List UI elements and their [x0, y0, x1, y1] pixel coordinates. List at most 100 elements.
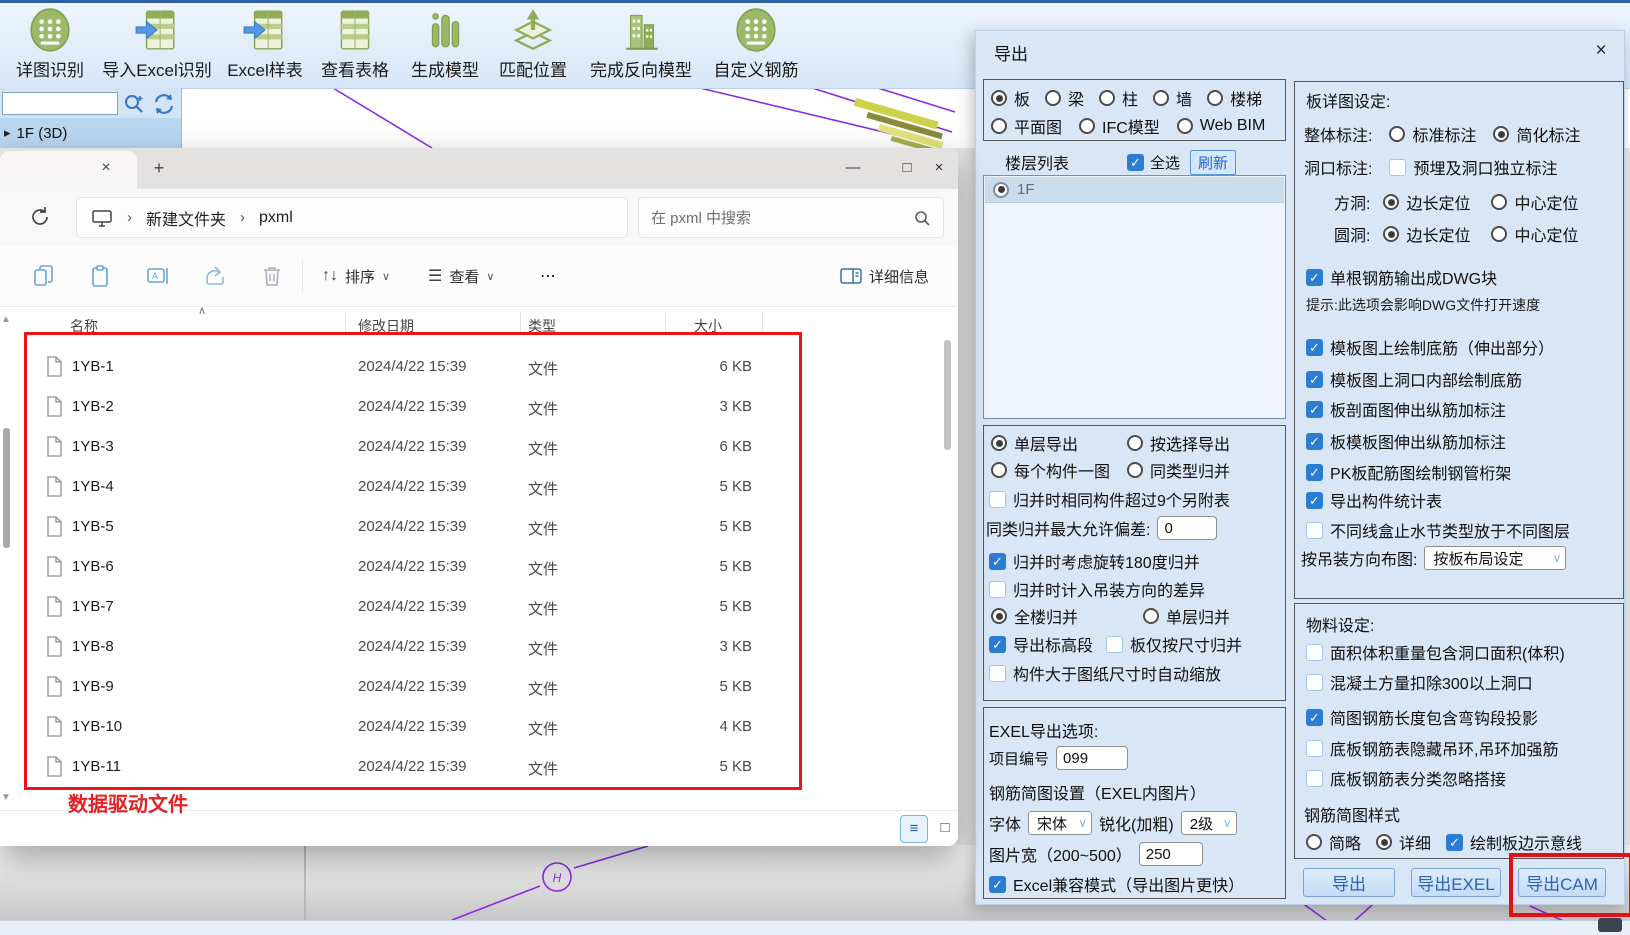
view-menu[interactable]: ☰ 查看 ∨ — [428, 263, 494, 289]
table-row[interactable]: 1YB-62024/4/22 15:39文件5 KB — [28, 548, 932, 588]
column-header-size[interactable]: 大小 — [694, 316, 722, 336]
radio-single-floor-export[interactable] — [991, 435, 1007, 451]
details-pane-toggle[interactable]: 详细信息 — [840, 263, 929, 289]
export-button[interactable]: 导出 — [1303, 868, 1395, 897]
floor-item-1f[interactable]: 1F — [985, 177, 1284, 203]
radio-whole-building-merge[interactable] — [991, 608, 1007, 624]
table-row[interactable]: 1YB-22024/4/22 15:39文件3 KB — [28, 388, 932, 428]
delete-icon[interactable] — [260, 264, 284, 288]
share-icon[interactable] — [203, 264, 227, 288]
breadcrumb-item-pxml[interactable]: pxml — [259, 209, 293, 227]
column-header-date[interactable]: 修改日期 — [358, 316, 414, 336]
checkbox-size-only[interactable] — [1106, 636, 1123, 653]
radio-single-floor-merge[interactable] — [1143, 608, 1159, 624]
checkbox-hook-projection[interactable] — [1306, 709, 1323, 726]
column-divider[interactable] — [345, 312, 346, 332]
tree-item-1f-3d[interactable]: ▸ 1F (3D) — [0, 118, 181, 148]
scroll-down-icon[interactable]: ▼ — [1, 792, 11, 803]
refresh-icon[interactable] — [28, 205, 52, 229]
refresh-icon[interactable] — [152, 92, 176, 116]
column-divider[interactable] — [520, 312, 521, 332]
checkbox-ignore-lap[interactable] — [1306, 770, 1323, 787]
ribbon-button-custom-rebar[interactable]: 自定义钢筋 — [708, 7, 804, 81]
radio-wall[interactable] — [1153, 90, 1169, 106]
table-row[interactable]: 1YB-42024/4/22 15:39文件5 KB — [28, 468, 932, 508]
breadcrumb[interactable]: › 新建文件夹 › pxml — [76, 197, 628, 238]
this-pc-icon[interactable] — [91, 207, 113, 229]
table-row[interactable]: 1YB-32024/4/22 15:39文件6 KB — [28, 428, 932, 468]
model-search-input[interactable] — [2, 92, 118, 115]
table-row[interactable]: 1YB-52024/4/22 15:39文件5 KB — [28, 508, 932, 548]
export-cam-button[interactable]: 导出CAM — [1518, 868, 1606, 897]
radio-round-edge[interactable] — [1383, 226, 1399, 242]
column-header-name[interactable]: 名称 — [70, 316, 98, 336]
ribbon-button-finish-reverse-model[interactable]: 完成反向模型 — [578, 7, 704, 81]
project-no-input[interactable]: 099 — [1056, 746, 1128, 770]
checkbox-section-rebar-dim[interactable] — [1306, 401, 1323, 418]
checkbox-hoist-diff[interactable] — [989, 581, 1006, 598]
table-row[interactable]: 1YB-102024/4/22 15:39文件4 KB — [28, 708, 932, 748]
new-tab-icon[interactable]: + — [148, 157, 170, 179]
radio-plate[interactable] — [991, 90, 1007, 106]
radio-stair[interactable] — [1207, 90, 1223, 106]
list-scrollbar-thumb[interactable] — [944, 340, 951, 450]
expand-arrow-icon[interactable]: ▸ — [4, 125, 11, 141]
radio-square-center[interactable] — [1491, 194, 1507, 210]
layout-dropdown[interactable]: 按板布局设定∨ — [1424, 546, 1566, 570]
paste-icon[interactable] — [89, 264, 113, 288]
radio-beam[interactable] — [1045, 90, 1061, 106]
radio-same-type-merge[interactable] — [1127, 462, 1143, 478]
ribbon-button-excel-template[interactable]: Excel样表 — [222, 7, 308, 81]
copy-icon[interactable] — [32, 264, 56, 288]
checkbox-autoscale[interactable] — [989, 665, 1006, 682]
radio-ifc-model[interactable] — [1079, 118, 1095, 134]
export-exel-button[interactable]: 导出EXEL — [1411, 868, 1501, 897]
zoom-plus-icon[interactable] — [122, 92, 146, 116]
checkbox-opening-independent[interactable] — [1389, 159, 1406, 176]
large-icon-view-toggle[interactable]: □ — [932, 815, 958, 841]
refresh-button[interactable]: 刷新 — [1190, 150, 1236, 175]
table-row[interactable]: 1YB-82024/4/22 15:39文件3 KB — [28, 628, 932, 668]
table-row[interactable]: 1YB-112024/4/22 15:39文件5 KB — [28, 748, 932, 788]
checkbox-template-rebar-dim[interactable] — [1306, 433, 1323, 450]
radio-plan-view[interactable] — [991, 118, 1007, 134]
radio-one-per-component[interactable] — [991, 462, 1007, 478]
checkbox-opening-bottom-rebar[interactable] — [1306, 371, 1323, 388]
checkbox-excel-compat[interactable] — [989, 876, 1006, 893]
table-row[interactable]: 1YB-92024/4/22 15:39文件5 KB — [28, 668, 932, 708]
sharpen-dropdown[interactable]: 2级∨ — [1181, 811, 1237, 835]
deviation-input[interactable]: 0 — [1157, 516, 1217, 540]
checkbox-attach-table[interactable] — [989, 491, 1006, 508]
ribbon-button-match-position[interactable]: 匹配位置 — [490, 7, 576, 81]
maximize-button[interactable]: □ — [892, 154, 922, 182]
status-corner-icon[interactable] — [1598, 918, 1622, 932]
checkbox-bottom-rebar-template[interactable] — [1306, 339, 1323, 356]
dialog-close-button[interactable]: × — [1588, 38, 1614, 64]
checkbox-dwg-block[interactable] — [1306, 269, 1323, 286]
font-dropdown[interactable]: 宋体∨ — [1028, 811, 1092, 835]
radio-square-edge[interactable] — [1383, 194, 1399, 210]
more-options-icon[interactable]: ⋯ — [540, 263, 556, 289]
ribbon-button-import-excel[interactable]: 导入Excel识别 — [96, 7, 218, 81]
tab-close-icon[interactable]: × — [95, 157, 117, 179]
search-icon[interactable] — [913, 209, 931, 227]
radio-web-bim[interactable] — [1177, 118, 1193, 134]
list-view-toggle[interactable]: ≡ — [900, 815, 928, 843]
ribbon-button-view-table[interactable]: 查看表格 — [312, 7, 398, 81]
checkbox-component-stats[interactable] — [1306, 492, 1323, 509]
checkbox-include-opening-area[interactable] — [1306, 644, 1323, 661]
radio-style-detail[interactable] — [1376, 834, 1392, 850]
breadcrumb-item-folder[interactable]: 新建文件夹 — [146, 206, 226, 230]
floor-radio[interactable] — [993, 182, 1009, 198]
explorer-search-input[interactable]: 在 pxml 中搜索 — [638, 197, 944, 238]
ribbon-button-generate-model[interactable]: 生成模型 — [402, 7, 488, 81]
column-divider[interactable] — [762, 312, 763, 332]
table-row[interactable]: 1YB-72024/4/22 15:39文件5 KB — [28, 588, 932, 628]
table-row[interactable]: 1YB-12024/4/22 15:39文件6 KB — [28, 348, 932, 388]
floor-listbox[interactable]: 1F — [983, 175, 1286, 419]
minimize-button[interactable]: — — [838, 154, 868, 182]
ribbon-button-detail-recognize[interactable]: 详图识别 — [8, 7, 92, 81]
column-header-type[interactable]: 类型 — [528, 316, 556, 336]
column-divider[interactable] — [665, 312, 666, 332]
sort-menu[interactable]: ↑↓ 排序 ∨ — [322, 263, 390, 289]
